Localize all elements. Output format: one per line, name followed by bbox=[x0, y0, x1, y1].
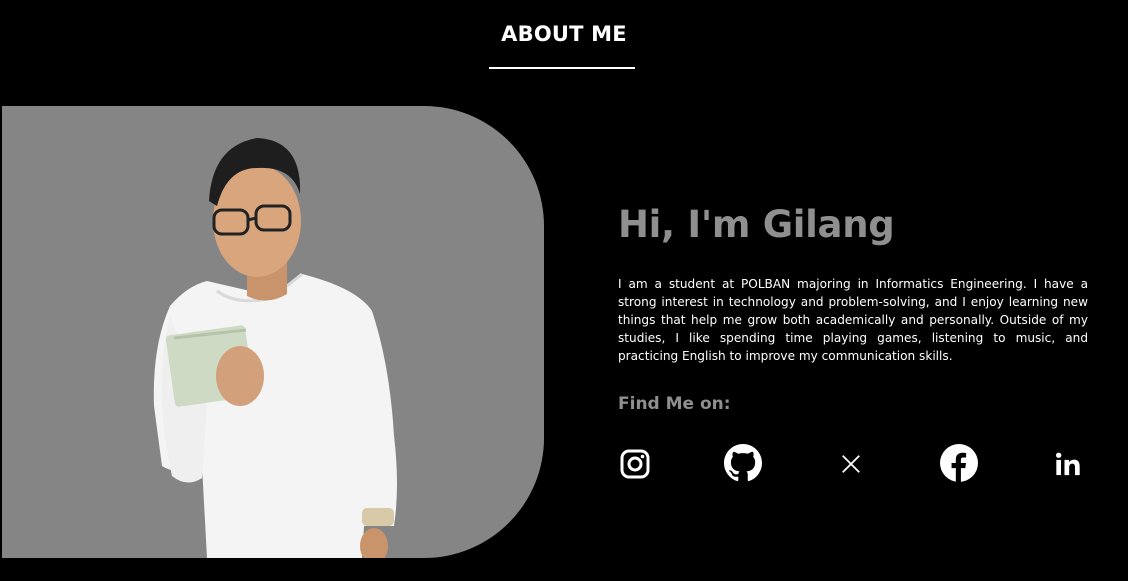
x-icon bbox=[842, 455, 860, 473]
github-icon bbox=[724, 444, 762, 482]
greeting-heading: Hi, I'm Gilang bbox=[618, 203, 895, 246]
linkedin-icon bbox=[1055, 452, 1080, 476]
profile-photo-panel bbox=[2, 106, 544, 558]
instagram-icon bbox=[620, 449, 650, 479]
profile-photo bbox=[153, 138, 397, 558]
linkedin-link[interactable] bbox=[1048, 444, 1088, 484]
section-title: ABOUT ME bbox=[501, 22, 627, 46]
bio-paragraph: I am a student at POLBAN majoring in Inf… bbox=[618, 277, 1088, 363]
x-link[interactable] bbox=[831, 444, 871, 484]
find-me-label: Find Me on: bbox=[618, 394, 731, 414]
github-link[interactable] bbox=[723, 443, 763, 483]
title-underline bbox=[489, 67, 635, 69]
instagram-link[interactable] bbox=[615, 444, 655, 484]
facebook-icon bbox=[940, 444, 978, 482]
facebook-link[interactable] bbox=[939, 443, 979, 483]
